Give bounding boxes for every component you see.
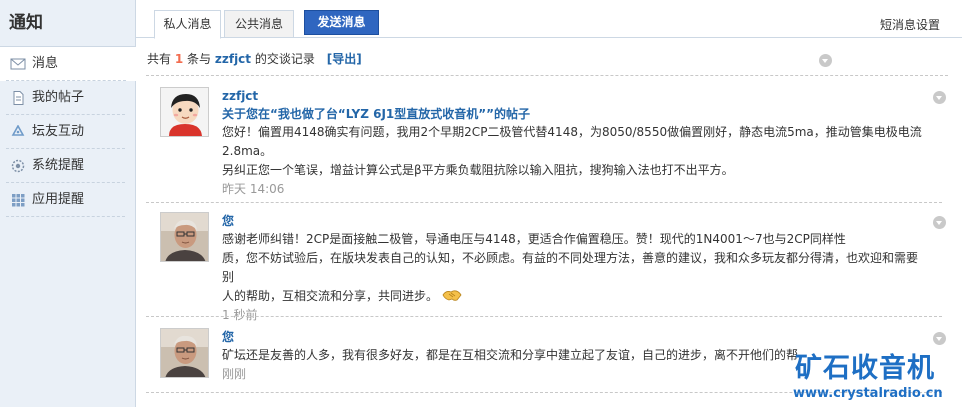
document-icon bbox=[13, 91, 24, 105]
handshake-icon bbox=[442, 290, 462, 301]
divider bbox=[6, 216, 125, 217]
sidebar-item-label: 我的帖子 bbox=[32, 90, 85, 105]
sidebar-item-label: 坛友互动 bbox=[32, 124, 85, 139]
summary-prefix: 共有 bbox=[147, 52, 172, 66]
avatar[interactable] bbox=[160, 212, 209, 262]
watermark-url: www.crystalradio.cn bbox=[793, 386, 943, 401]
cartoon-avatar-icon bbox=[161, 88, 208, 136]
envelope-icon bbox=[10, 58, 26, 70]
sidebar-item-label: 消息 bbox=[32, 56, 59, 71]
message-item: zzfjct 关于您在“我也做了台“LYZ 6J1型直放式收音机””的帖子 您好… bbox=[146, 85, 946, 203]
collapse-icon[interactable] bbox=[933, 91, 946, 104]
export-link[interactable]: [导出] bbox=[327, 52, 362, 66]
watermark-title: 矿石收音机 bbox=[795, 353, 935, 384]
sender-name[interactable]: 您 bbox=[222, 328, 926, 346]
message-line: 2.8ma。 bbox=[222, 144, 273, 158]
summary-suffix: 的交谈记录 bbox=[254, 52, 315, 66]
collapse-icon[interactable] bbox=[933, 332, 946, 345]
collapse-icon[interactable] bbox=[819, 54, 832, 67]
avatar[interactable] bbox=[160, 328, 209, 378]
recycle-icon bbox=[11, 125, 25, 136]
sidebar-item-messages[interactable]: 消息 bbox=[0, 47, 136, 81]
message-line-text: 人的帮助，互相交流和分享，共同进步。 bbox=[222, 289, 439, 303]
sidebar: 通知 消息 我的帖子 坛友互动 系统提醒 应用提醒 bbox=[0, 0, 136, 407]
message-subject[interactable]: 关于您在“我也做了台“LYZ 6J1型直放式收音机””的帖子 bbox=[222, 105, 926, 123]
sidebar-item-interaction[interactable]: 坛友互动 bbox=[0, 115, 135, 149]
divider bbox=[146, 202, 942, 203]
divider bbox=[146, 316, 942, 317]
gear-icon bbox=[11, 159, 25, 173]
sidebar-title: 通知 bbox=[0, 0, 135, 47]
grid-icon bbox=[12, 194, 25, 207]
tab-public-messages[interactable]: 公共消息 bbox=[224, 10, 294, 38]
message-line-with-emoji: 人的帮助，互相交流和分享，共同进步。 bbox=[222, 287, 926, 306]
summary-middle: 条与 bbox=[187, 52, 212, 66]
user-photo-icon bbox=[161, 329, 208, 377]
divider bbox=[146, 75, 948, 76]
sidebar-item-my-posts[interactable]: 我的帖子 bbox=[0, 81, 135, 115]
tab-private-messages[interactable]: 私人消息 bbox=[154, 10, 221, 39]
sidebar-item-apps[interactable]: 应用提醒 bbox=[0, 183, 135, 217]
conversation-summary: 共有 1 条与 zzfjct 的交谈记录 [导出] bbox=[147, 50, 362, 67]
message-line: 质，您不妨试验后，在版块发表自己的认知，不必顾虑。有益的不同处理方法，善意的建议… bbox=[222, 251, 919, 284]
sender-name[interactable]: zzfjct bbox=[222, 87, 926, 105]
message-settings-link[interactable]: 短消息设置 bbox=[880, 16, 940, 33]
site-watermark: 矿石收音机 www.crystalradio.cn bbox=[793, 346, 962, 407]
sidebar-item-system[interactable]: 系统提醒 bbox=[0, 149, 135, 183]
message-item: 您 感谢老师纠错！2CP是面接触二极管，导通电压与4148，更适合作偏置稳压。赞… bbox=[146, 212, 946, 322]
message-line: 感谢老师纠错！2CP是面接触二极管，导通电压与4148，更适合作偏置稳压。赞！现… bbox=[222, 232, 846, 246]
message-line: 矿坛还是友善的人多，我有很多好友，都是在互相交流和分享中建立起了友谊，自己的进步… bbox=[222, 348, 799, 362]
conversation-count: 1 bbox=[174, 52, 184, 66]
message-time: 1 秒前 bbox=[222, 308, 258, 322]
user-photo-icon bbox=[161, 213, 208, 261]
sidebar-item-label: 应用提醒 bbox=[32, 192, 85, 207]
send-message-button[interactable]: 发送消息 bbox=[304, 10, 379, 35]
collapse-icon[interactable] bbox=[933, 216, 946, 229]
avatar[interactable] bbox=[160, 87, 209, 137]
message-line: 另纠正您一个笔误，增益计算公式是β平方乘负载阻抗除以输入阻抗，搜狗输入法也打不出… bbox=[222, 163, 734, 177]
sidebar-item-label: 系统提醒 bbox=[32, 158, 85, 173]
sender-name[interactable]: 您 bbox=[222, 212, 926, 230]
message-time: 昨天 14:06 bbox=[222, 182, 285, 196]
summary-username[interactable]: zzfjct bbox=[215, 52, 251, 66]
message-body: zzfjct 关于您在“我也做了台“LYZ 6J1型直放式收音机””的帖子 您好… bbox=[222, 87, 926, 198]
message-body: 您 感谢老师纠错！2CP是面接触二极管，导通电压与4148，更适合作偏置稳压。赞… bbox=[222, 212, 926, 324]
message-line: 您好！偏置用4148确实有问题，我用2个早期2CP二极管代替4148，为8050… bbox=[222, 125, 922, 139]
tab-bar: 私人消息 公共消息 发送消息 短消息设置 bbox=[136, 0, 962, 39]
